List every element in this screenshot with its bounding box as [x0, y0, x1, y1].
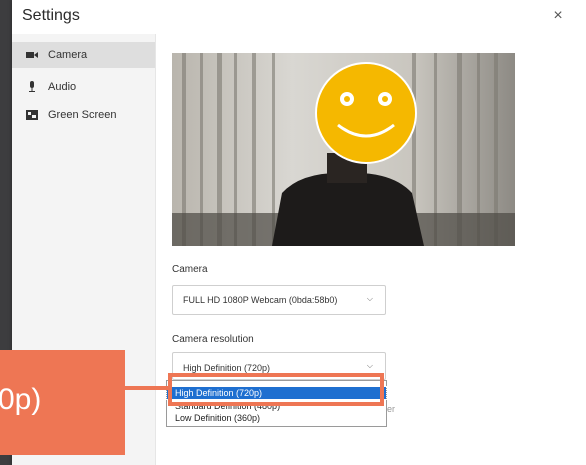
sidebar-item-label: Camera [48, 49, 88, 61]
annotation-connector-line [125, 386, 170, 390]
microphone-icon [29, 81, 35, 92]
camera-device-select[interactable]: FULL HD 1080P Webcam (0bda:58b0) ⌵ [172, 285, 386, 315]
chevron-down-icon: ⌵ [366, 361, 373, 370]
obscured-hint-text: er [387, 404, 396, 414]
sidebar-item-camera[interactable]: Camera [12, 42, 155, 68]
chevron-down-icon: ⌵ [366, 294, 373, 303]
green-screen-icon [26, 110, 38, 120]
camera-section-label: Camera [172, 264, 208, 275]
sidebar-item-label: Audio [48, 81, 77, 93]
resolution-section-label: Camera resolution [172, 334, 254, 345]
dialog-header: Settings × [12, 0, 586, 34]
callout-text: 0p) [0, 383, 42, 416]
sidebar-item-audio[interactable]: Audio [12, 74, 155, 100]
sidebar-item-green-screen[interactable]: Green Screen [12, 102, 155, 128]
video-camera-icon [26, 52, 38, 58]
close-button[interactable]: × [548, 6, 568, 26]
smiley-face-icon [315, 62, 417, 164]
camera-device-value: FULL HD 1080P Webcam (0bda:58b0) [183, 295, 338, 305]
annotation-callout: 0p) [0, 350, 125, 455]
dialog-title: Settings [22, 7, 80, 24]
resolution-value: High Definition (720p) [183, 363, 271, 373]
annotation-highlight-frame [168, 373, 384, 406]
resolution-option-360p[interactable]: Low Definition (360p) [167, 412, 386, 424]
sidebar-item-label: Green Screen [48, 109, 117, 121]
